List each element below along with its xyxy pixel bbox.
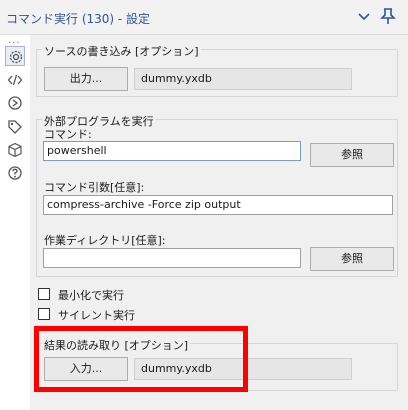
tag-icon[interactable]	[5, 117, 25, 137]
connection-icon[interactable]	[5, 93, 25, 113]
pin-icon[interactable]	[380, 7, 396, 25]
output-button[interactable]: 出力...	[44, 67, 128, 91]
help-icon[interactable]	[5, 163, 25, 183]
workdir-browse-button[interactable]: 参照	[310, 247, 394, 271]
workdir-input[interactable]	[43, 248, 301, 268]
cube-icon[interactable]	[5, 140, 25, 160]
workdir-label: 作業ディレクトリ[任意]:	[44, 234, 166, 247]
more-dots[interactable]: ...	[8, 35, 21, 46]
window-title: コマンド実行 (130) - 設定	[6, 12, 151, 26]
minimize-checkbox[interactable]	[38, 288, 50, 300]
minimize-label: 最小化で実行	[58, 289, 124, 302]
command-label: コマンド:	[44, 128, 92, 141]
command-browse-button[interactable]: 参照	[310, 143, 394, 167]
args-label: コマンド引数[任意]:	[44, 181, 145, 194]
title-bar: コマンド実行 (130) - 設定	[0, 0, 408, 35]
chevron-down-icon[interactable]	[356, 8, 372, 24]
output-filename-field: dummy.yxdb	[134, 68, 352, 90]
highlight-box	[34, 326, 248, 392]
source-output-title: ソースの書き込み [オプション]	[42, 43, 201, 59]
code-icon[interactable]	[5, 70, 25, 90]
gear-icon[interactable]	[5, 46, 25, 66]
silent-checkbox[interactable]	[38, 308, 50, 320]
args-input[interactable]: compress-archive -Force zip output	[43, 195, 393, 215]
command-input[interactable]: powershell	[43, 141, 301, 161]
silent-label: サイレント実行	[58, 309, 135, 322]
